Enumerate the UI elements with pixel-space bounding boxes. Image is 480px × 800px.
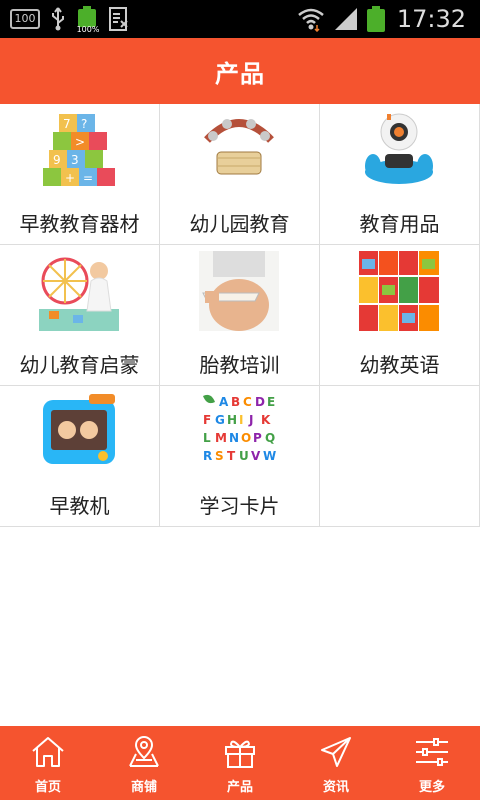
svg-text:P: P [253, 431, 262, 445]
product-item-prenatal-training[interactable]: 胎教培训 [160, 245, 320, 386]
bottom-nav: 首页 商铺 产品 资讯 更多 [0, 726, 480, 800]
home-icon [32, 737, 64, 767]
send-icon [321, 737, 351, 767]
product-label: 教育用品 [359, 212, 440, 236]
usb-icon [52, 7, 64, 31]
battery-icon [366, 6, 385, 32]
svg-text:T: T [227, 449, 236, 463]
product-item-preschool-english[interactable]: 幼教英语 [320, 245, 480, 386]
nav-label: 商铺 [130, 780, 157, 795]
svg-text:L: L [203, 431, 211, 445]
product-item-learning-cards[interactable]: ABCDE FGHIJK LMNOPQ RSTUVW 学习卡片 [160, 386, 320, 527]
robot-toy-image [359, 110, 439, 190]
svg-text:?: ? [81, 117, 87, 131]
svg-text:I: I [239, 413, 243, 427]
nav-label: 资讯 [322, 780, 349, 795]
product-label: 早教教育器材 [19, 212, 140, 236]
child-playing-image [39, 251, 119, 331]
svg-text:N: N [229, 431, 239, 445]
nav-item-shops[interactable]: 商铺 [96, 726, 192, 800]
alphabet-cards-image: ABCDE FGHIJK LMNOPQ RSTUVW [199, 392, 279, 472]
svg-text:H: H [227, 413, 237, 427]
nav-label: 首页 [34, 780, 61, 795]
svg-text:R: R [203, 449, 212, 463]
product-label: 早教机 [49, 494, 110, 518]
learning-tablet-image [39, 392, 119, 472]
svg-text:J: J [248, 413, 253, 427]
product-label: 学习卡片 [199, 494, 280, 518]
svg-text:K: K [261, 413, 271, 427]
status-right-icons: 17:32 [297, 0, 466, 38]
status-left-icons: 100 100% [10, 5, 130, 34]
svg-text:G: G [215, 413, 225, 427]
nav-item-more[interactable]: 更多 [384, 726, 480, 800]
svg-text:O: O [241, 431, 251, 445]
svg-text:C: C [243, 395, 252, 409]
product-label: 幼教英语 [359, 353, 440, 377]
battery-full-icon: 100% [76, 5, 99, 34]
screenshot-icon [109, 7, 128, 31]
status-bar: 100 100% 17:32 [0, 0, 480, 38]
app-header: 产品 [0, 38, 480, 104]
wifi-icon [298, 8, 324, 32]
signal-icon [334, 8, 357, 30]
svg-text:W: W [263, 449, 276, 463]
nav-item-home[interactable]: 首页 [0, 726, 96, 800]
svg-text:3: 3 [71, 153, 79, 167]
product-label: 胎教培训 [199, 353, 280, 377]
svg-text:Q: Q [265, 431, 275, 445]
nav-label: 更多 [418, 780, 445, 795]
book-set-image [359, 251, 439, 331]
svg-text:B: B [231, 395, 240, 409]
svg-text:F: F [203, 413, 211, 427]
page-title: 产品 [215, 59, 265, 88]
svg-text:V: V [251, 449, 261, 463]
svg-text:A: A [219, 395, 229, 409]
svg-text:S: S [215, 449, 224, 463]
product-grid: 7 ? > 9 3 + = 早教教育器材 幼儿园教育 教育用品 幼儿教育启蒙 胎… [0, 104, 480, 527]
svg-text:7: 7 [63, 117, 71, 131]
nav-item-products[interactable]: 产品 [192, 726, 288, 800]
product-item-early-education-equipment[interactable]: 7 ? > 9 3 + = 早教教育器材 [0, 104, 160, 245]
nav-item-news[interactable]: 资讯 [288, 726, 384, 800]
product-item-educational-supplies[interactable]: 教育用品 [320, 104, 480, 245]
svg-text:M: M [215, 431, 227, 445]
svg-text:U: U [239, 449, 249, 463]
svg-text:=: = [83, 171, 93, 185]
product-label: 幼儿教育启蒙 [19, 353, 140, 377]
toy-blocks-image: 7 ? > 9 3 + = [39, 110, 119, 190]
pregnant-belly-image [199, 251, 279, 331]
tambourine-image [199, 110, 279, 190]
notification-box-icon: 100 [10, 9, 40, 29]
product-item-kindergarten-education[interactable]: 幼儿园教育 [160, 104, 320, 245]
product-label: 幼儿园教育 [189, 212, 290, 236]
product-item-early-learning-machine[interactable]: 早教机 [0, 386, 160, 527]
sliders-icon [416, 738, 448, 766]
empty-grid-cell [320, 386, 480, 527]
svg-text:E: E [267, 395, 275, 409]
product-item-early-childhood-enlightenment[interactable]: 幼儿教育启蒙 [0, 245, 160, 386]
map-pin-icon [129, 736, 159, 767]
status-time: 17:32 [396, 5, 466, 33]
svg-text:+: + [65, 171, 75, 185]
svg-text:9: 9 [53, 153, 61, 167]
svg-text:D: D [255, 395, 265, 409]
gift-icon [225, 740, 255, 768]
svg-text:>: > [75, 135, 85, 149]
nav-label: 产品 [226, 780, 253, 795]
